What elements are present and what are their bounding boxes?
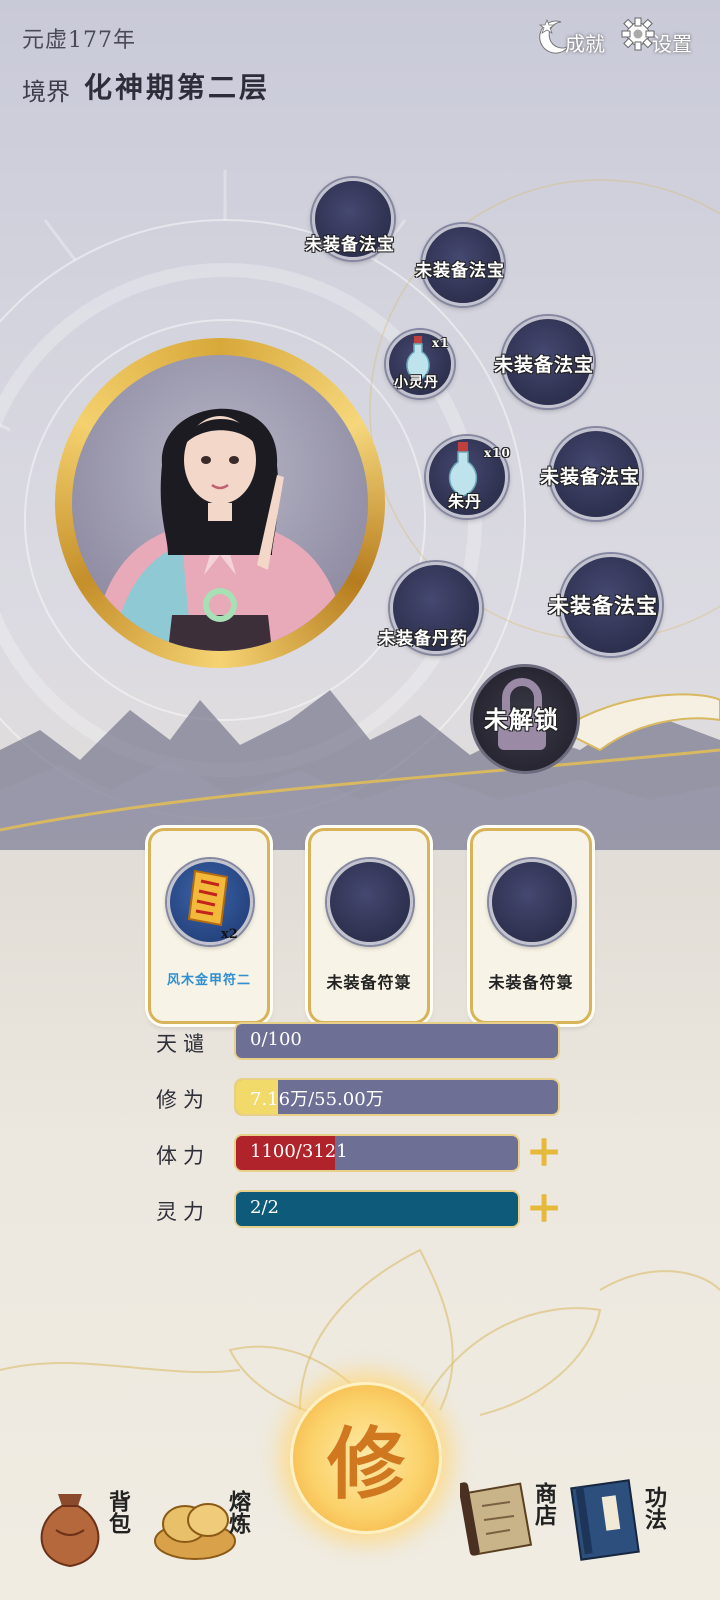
talisman-count-1: x2 [221, 927, 238, 942]
pill-slot-zhu-label: 朱丹 [448, 492, 483, 511]
talisman-scroll-icon [187, 869, 229, 927]
locked-slot-label: 未解锁 [484, 705, 559, 734]
era-year: 元虚177年 [22, 28, 136, 53]
talisman-card-3-label: 未装备符箓 [488, 973, 574, 992]
settings-label: 设置 [652, 32, 692, 56]
nav-forge[interactable]: 熔炼 [150, 1470, 260, 1580]
nav-forge-label: 熔炼 [225, 1490, 251, 1534]
achievements-label: 成就 [565, 32, 605, 56]
tili-label: 体力 [156, 1144, 210, 1168]
xiuwei-label: 修为 [156, 1088, 210, 1112]
nav-shop[interactable]: 商店 [460, 1466, 570, 1576]
medicine-slot-label: 未装备丹药 [378, 629, 468, 649]
character-illustration [92, 408, 348, 651]
nav-skills[interactable]: 功法 [568, 1466, 688, 1576]
pill-count-small: x1 [432, 336, 450, 350]
tianqian-bar: 0/100 [234, 1022, 560, 1060]
talisman-slot-2 [327, 859, 413, 945]
nav-shop-label: 商店 [531, 1482, 557, 1526]
xiuwei-bar: 7.16万/55.00万 [234, 1078, 560, 1116]
character-portrait[interactable] [72, 355, 368, 651]
tili-add-button[interactable]: + [520, 1130, 568, 1174]
artifact-slot-3-label: 未装备法宝 [494, 354, 595, 376]
lingli-bar: 2/2 [234, 1190, 520, 1228]
mountain-scenery [0, 690, 720, 850]
map-scroll-icon [460, 1482, 533, 1556]
achievements-button[interactable]: 成就 [535, 14, 605, 57]
talisman-card-1-label: 风木金甲符二 [166, 973, 251, 988]
artifact-slot-4-label: 未装备法宝 [540, 466, 641, 488]
artifact-slot-2-label: 未装备法宝 [415, 261, 505, 281]
talisman-card-2-label: 未装备符箓 [326, 973, 412, 992]
lingli-value: 2/2 [250, 1197, 279, 1218]
cultivate-label: 修 [326, 1419, 405, 1510]
tianqian-label: 天谴 [156, 1032, 210, 1056]
tili-bar: 1100/3121 [234, 1134, 520, 1172]
lingli-add-button[interactable]: + [520, 1186, 568, 1230]
pill-count-zhu: x10 [484, 446, 511, 460]
nav-skills-label: 功法 [641, 1486, 667, 1530]
realm-value: 化神期第二层 [84, 71, 271, 104]
tianqian-value: 0/100 [250, 1029, 302, 1050]
nav-bag[interactable]: 背包 [30, 1470, 140, 1580]
artifact-slot-1-label: 未装备法宝 [305, 235, 395, 255]
nav-bag-label: 背包 [105, 1490, 131, 1534]
realm-label: 境界 [22, 78, 70, 106]
xiuwei-value: 7.16万/55.00万 [250, 1089, 384, 1110]
cultivate-button[interactable]: 修 [290, 1382, 442, 1534]
lingli-label: 灵力 [156, 1200, 210, 1224]
talisman-card-1[interactable]: x2 风木金甲符二 [148, 828, 270, 1024]
talisman-card-2[interactable]: 未装备符箓 [308, 828, 430, 1024]
talisman-card-3[interactable]: 未装备符箓 [470, 828, 592, 1024]
tili-value: 1100/3121 [250, 1141, 348, 1162]
artifact-slot-5-label: 未装备法宝 [548, 593, 658, 618]
settings-button[interactable]: 设置 [620, 14, 692, 57]
bag-icon [40, 1494, 100, 1568]
talisman-slot-3 [489, 859, 575, 945]
pill-slot-small-label: 小灵丹 [394, 375, 439, 391]
book-icon [570, 1479, 640, 1561]
